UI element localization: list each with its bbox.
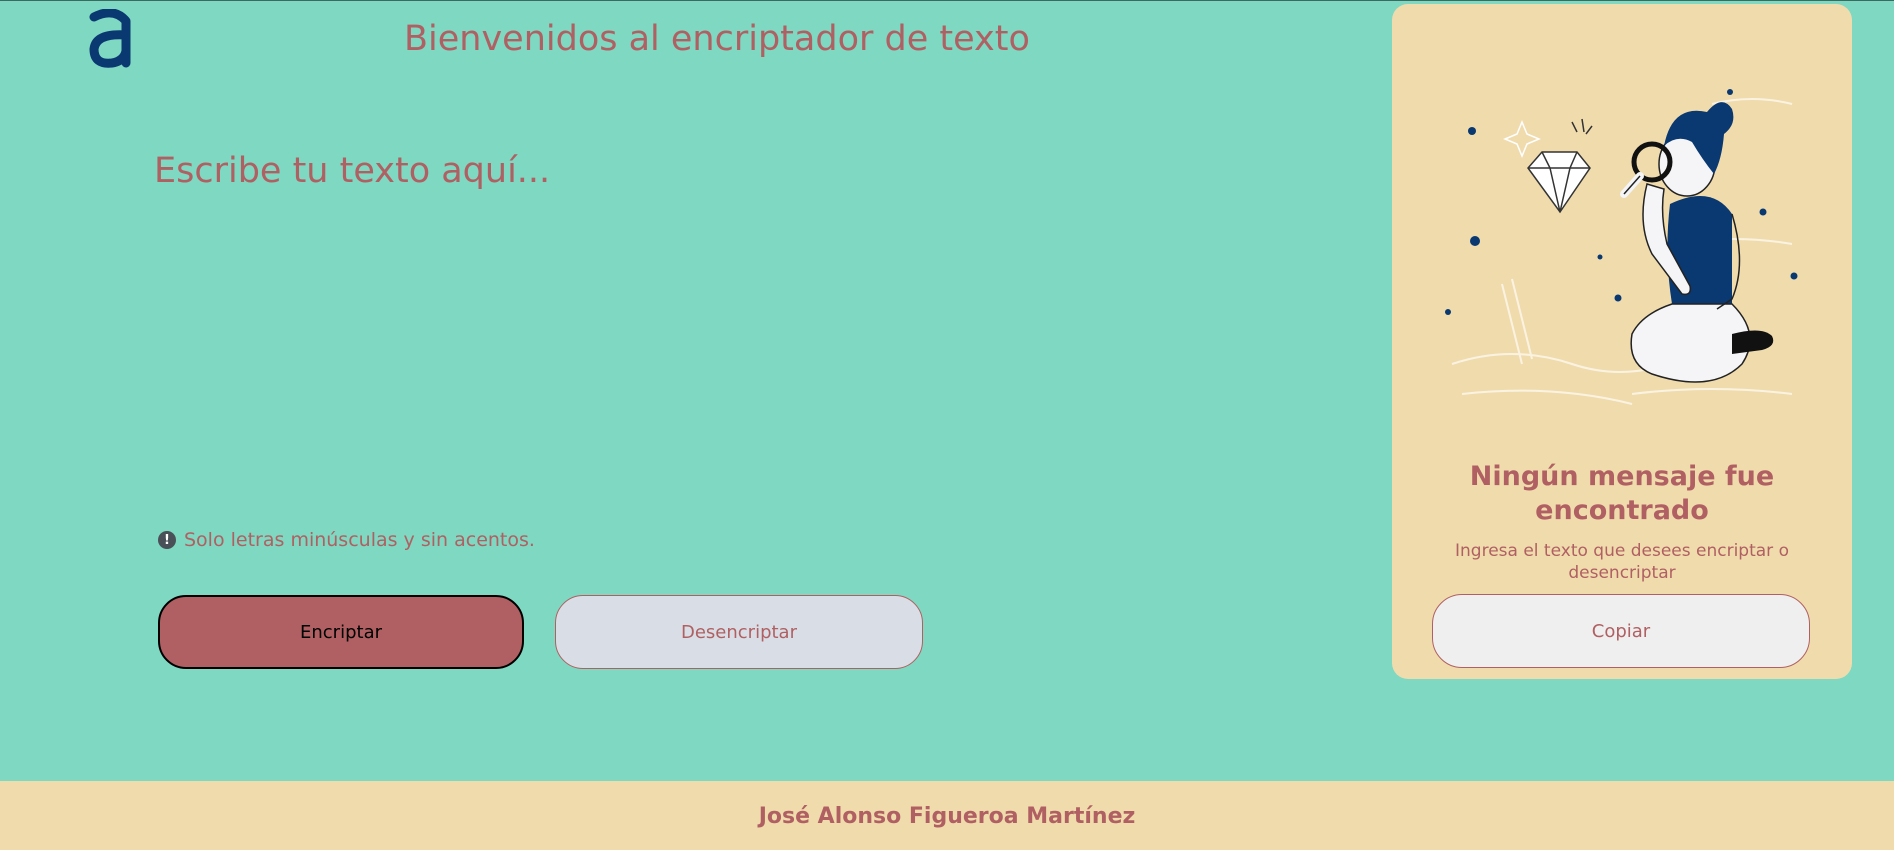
- hint-text: Solo letras minúsculas y sin acentos.: [184, 529, 535, 551]
- alura-logo-icon[interactable]: [86, 9, 136, 69]
- encrypt-button[interactable]: Encriptar: [158, 595, 524, 669]
- text-input[interactable]: [154, 151, 1354, 501]
- decrypt-button[interactable]: Desencriptar: [555, 595, 923, 669]
- page-title: Bienvenidos al encriptador de texto: [404, 19, 1030, 59]
- copy-button[interactable]: Copiar: [1432, 594, 1810, 668]
- exclamation-circle-icon: !: [158, 531, 176, 549]
- footer: José Alonso Figueroa Martínez: [0, 781, 1894, 850]
- input-hint: ! Solo letras minúsculas y sin acentos.: [158, 529, 535, 551]
- magnifier-person-illustration: [1445, 89, 1798, 405]
- footer-author: José Alonso Figueroa Martínez: [758, 803, 1136, 829]
- page: Bienvenidos al encriptador de texto ! So…: [0, 0, 1894, 850]
- empty-state-subtitle: Ingresa el texto que desees encriptar o …: [1455, 541, 1789, 583]
- output-panel: Ningún mensaje fue encontrado Ingresa el…: [1392, 4, 1852, 679]
- empty-state-title: Ningún mensaje fue encontrado: [1469, 461, 1775, 526]
